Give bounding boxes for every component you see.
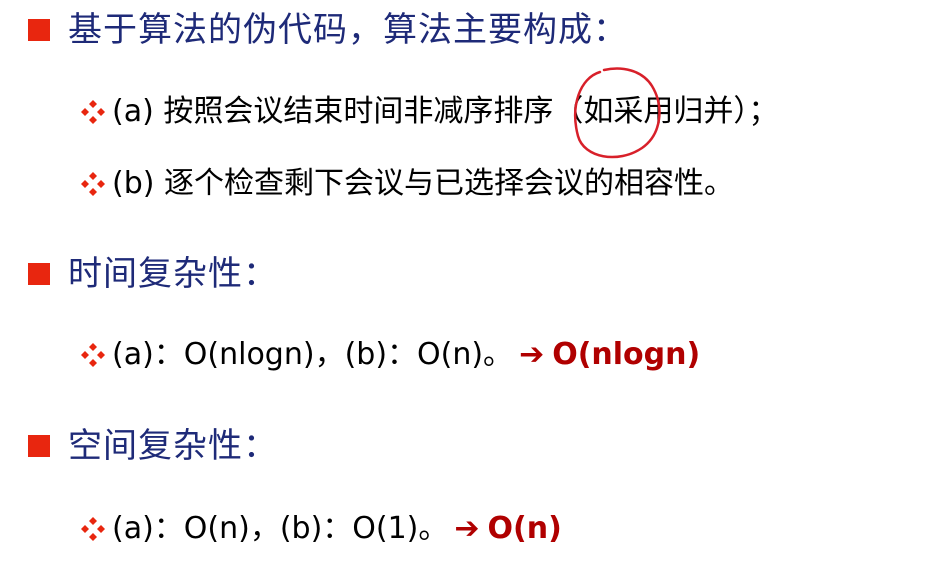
heading-space-complexity: 空间复杂性： (28, 426, 278, 466)
red-square-bullet-icon (28, 19, 50, 41)
right-arrow-icon: ➔ (519, 337, 545, 372)
four-diamond-bullet-icon (80, 516, 106, 542)
four-diamond-bullet-icon (80, 171, 106, 197)
time-complexity-text: (a)：O(nlogn)，(b)：O(n)。 (112, 337, 514, 372)
red-square-bullet-icon (28, 263, 50, 285)
list-item-space-complexity: (a)：O(n)，(b)：O(1)。 ➔ O(n) (80, 510, 562, 548)
list-item-time-complexity: (a)：O(nlogn)，(b)：O(n)。 ➔ O(nlogn) (80, 336, 700, 374)
four-diamond-bullet-icon (80, 99, 106, 125)
space-complexity-result: O(n) (487, 511, 562, 546)
heading-algorithm-text: 基于算法的伪代码，算法主要构成： (68, 10, 628, 50)
step-a-text: (a) 按照会议结束时间非减序排序（如采用归并）； (112, 94, 779, 129)
heading-time-complexity-text: 时间复杂性： (68, 254, 278, 294)
heading-space-complexity-text: 空间复杂性： (68, 426, 278, 466)
list-item-step-b: (b) 逐个检查剩下会议与已选择会议的相容性。 (80, 165, 734, 203)
space-complexity-text: (a)：O(n)，(b)：O(1)。 (112, 511, 449, 546)
red-square-bullet-icon (28, 435, 50, 457)
four-diamond-bullet-icon (80, 342, 106, 368)
heading-time-complexity: 时间复杂性： (28, 254, 278, 294)
time-complexity-result: O(nlogn) (552, 337, 701, 372)
heading-algorithm: 基于算法的伪代码，算法主要构成： (28, 10, 628, 50)
right-arrow-icon: ➔ (454, 511, 480, 546)
step-b-text: (b) 逐个检查剩下会议与已选择会议的相容性。 (112, 166, 734, 201)
list-item-step-a: (a) 按照会议结束时间非减序排序（如采用归并）； (80, 93, 778, 131)
